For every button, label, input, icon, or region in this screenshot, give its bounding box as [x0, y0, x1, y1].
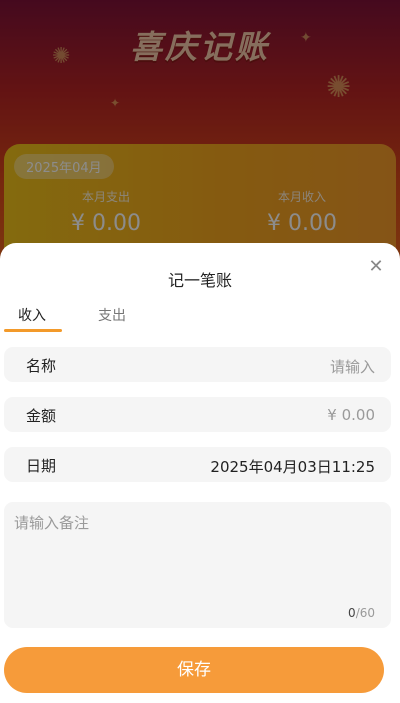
active-tab-indicator	[4, 329, 62, 332]
save-button[interactable]: 保存	[4, 647, 384, 693]
name-input[interactable]: 请输入	[330, 356, 375, 377]
note-char-count: 0	[348, 606, 356, 620]
name-field[interactable]: 名称 请输入	[4, 347, 391, 382]
tab-income[interactable]: 收入	[18, 305, 46, 325]
type-tabs: 收入 支出	[4, 301, 204, 332]
amount-field[interactable]: 金额 ¥ 0.00	[4, 397, 391, 432]
note-char-counter: 0/60	[348, 606, 375, 620]
screen: 喜庆记账 ✺ ✺ ✦ ✦ 2025年04月 本月支出 ¥ 0.00 本月收入 ¥…	[0, 0, 400, 703]
tab-expense[interactable]: 支出	[98, 305, 126, 325]
sheet-title: 记一笔账	[167, 271, 232, 290]
add-record-sheet: 记一笔账 ✕ 收入 支出 名称 请输入 金额 ¥ 0.00 日期 2025年04…	[0, 243, 400, 703]
date-field[interactable]: 日期 2025年04月03日11:25	[4, 447, 391, 482]
amount-input[interactable]: ¥ 0.00	[327, 406, 375, 424]
date-picker[interactable]: 2025年04月03日11:25	[210, 456, 375, 477]
note-placeholder: 请输入备注	[14, 514, 90, 532]
amount-label: 金额	[26, 407, 57, 425]
close-icon[interactable]: ✕	[366, 257, 386, 277]
note-textarea[interactable]: 请输入备注 0/60	[4, 502, 391, 628]
note-char-max: /60	[355, 606, 375, 620]
name-label: 名称	[26, 357, 57, 375]
date-label: 日期	[26, 457, 57, 475]
